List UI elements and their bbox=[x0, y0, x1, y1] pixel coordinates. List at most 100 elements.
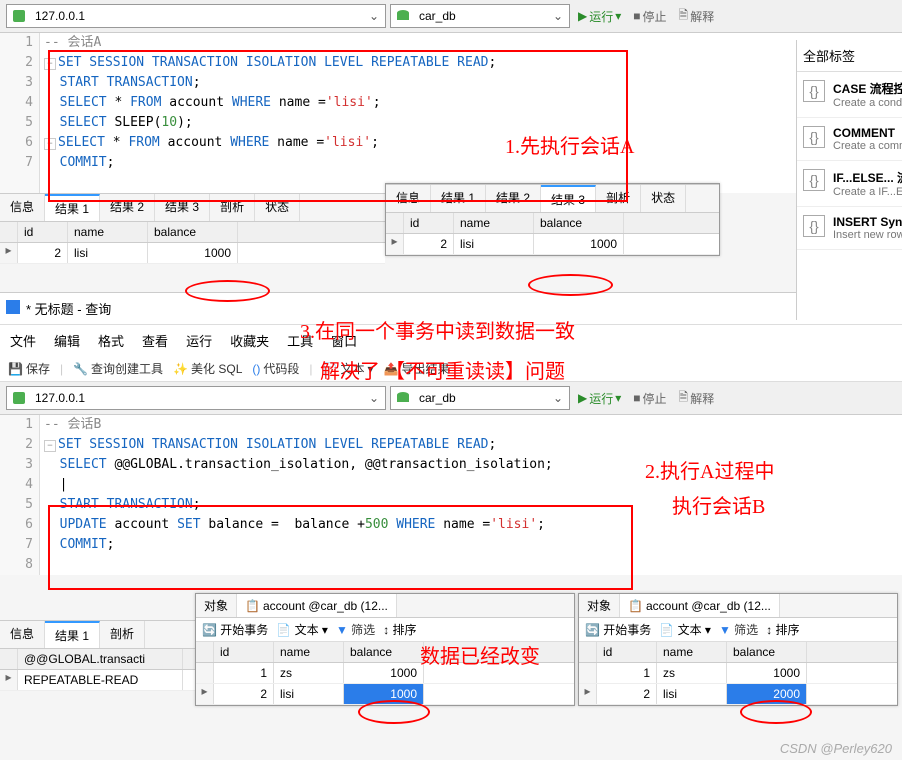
watermark: CSDN @Perley620 bbox=[780, 741, 892, 756]
account-pane-left: 对象 📋 account @car_db (12... 🔄 开始事务 📄 文本 … bbox=[195, 593, 575, 706]
db-icon bbox=[393, 6, 413, 26]
tab-profiling[interactable]: 剖析 bbox=[596, 185, 641, 212]
bottom-grid: @@GLOBAL.transacti ▸REPEATABLE-READ bbox=[0, 649, 195, 691]
menu-tools[interactable]: 工具 bbox=[287, 331, 313, 350]
tab-info[interactable]: 信息 bbox=[0, 194, 45, 221]
tab-result-3[interactable]: 结果 3 bbox=[541, 185, 596, 212]
stop-button[interactable]: ■ 停止 bbox=[629, 8, 670, 25]
filter-button[interactable]: ▼ 筛选 bbox=[336, 621, 375, 638]
sort-button[interactable]: ↕ 排序 bbox=[766, 621, 799, 638]
menubar: 文件 编辑 格式 查看 运行 收藏夹 工具 窗口 bbox=[0, 325, 902, 356]
code-icon: {} bbox=[803, 126, 825, 148]
tab-account[interactable]: 📋 account @car_db (12... bbox=[620, 594, 780, 617]
text-button[interactable]: 📄 文本 ▾ bbox=[276, 621, 328, 638]
tab-object[interactable]: 对象 bbox=[579, 594, 620, 617]
save-button[interactable]: 💾 保存 bbox=[8, 360, 50, 377]
connection-bar-2: 127.0.0.1 ⌄ car_db ⌄ ▶ 运行 ▾ ■ 停止 🗎 解释 bbox=[0, 382, 902, 415]
code-area[interactable]: -- 会话A −SET SESSION TRANSACTION ISOLATIO… bbox=[40, 33, 902, 193]
tab-result-3[interactable]: 结果 3 bbox=[155, 194, 210, 221]
code-area[interactable]: -- 会话B −SET SESSION TRANSACTION ISOLATIO… bbox=[40, 415, 902, 575]
sort-button[interactable]: ↕ 排序 bbox=[383, 621, 416, 638]
filter-button[interactable]: ▼ 筛选 bbox=[719, 621, 758, 638]
tab-object[interactable]: 对象 bbox=[196, 594, 237, 617]
gutter: 1234567 bbox=[0, 33, 40, 193]
result-tabs-left: 信息 结果 1 结果 2 结果 3 剖析 状态 bbox=[0, 193, 385, 222]
fold-icon[interactable]: − bbox=[44, 58, 56, 70]
session-a-editor[interactable]: 1234567 -- 会话A −SET SESSION TRANSACTION … bbox=[0, 33, 902, 193]
account-pane-right: 对象 📋 account @car_db (12... 🔄 开始事务 📄 文本 … bbox=[578, 593, 898, 706]
chevron-down-icon: ⌄ bbox=[547, 9, 569, 23]
snippet-button[interactable]: () 代码段 bbox=[252, 360, 299, 377]
builder-button[interactable]: 🔧 查询创建工具 bbox=[73, 360, 163, 377]
row-marker: ▸ bbox=[0, 243, 18, 263]
text-button[interactable]: 📄 文本 ▾ bbox=[323, 360, 374, 377]
tab-result-1[interactable]: 结果 1 bbox=[45, 194, 100, 221]
chevron-down-icon: ⌄ bbox=[363, 391, 385, 405]
code-icon: {} bbox=[803, 215, 825, 237]
explain-button[interactable]: 🗎 解释 bbox=[675, 6, 719, 27]
stop-button[interactable]: ■ 停止 bbox=[629, 390, 670, 407]
menu-edit[interactable]: 编辑 bbox=[54, 331, 80, 350]
beautify-button[interactable]: ✨ 美化 SQL bbox=[173, 360, 242, 377]
code-icon: {} bbox=[803, 169, 825, 191]
db-text: car_db bbox=[415, 9, 547, 23]
db-icon bbox=[393, 388, 413, 408]
menu-fav[interactable]: 收藏夹 bbox=[230, 331, 269, 350]
explain-button[interactable]: 🗎 解释 bbox=[675, 388, 719, 409]
result-tabs-bottom: 信息 结果 1 剖析 bbox=[0, 620, 195, 649]
session-b-editor[interactable]: 12345678 -- 会话B −SET SESSION TRANSACTION… bbox=[0, 415, 902, 575]
sidebar-item[interactable]: {}COMMENTCreate a comme bbox=[797, 118, 902, 161]
query-icon bbox=[6, 300, 20, 317]
result-tabs-right: 信息 结果 1 结果 2 结果 3 剖析 状态 bbox=[386, 184, 719, 213]
code-icon: {} bbox=[803, 80, 825, 102]
run-button[interactable]: ▶ 运行 ▾ bbox=[574, 390, 625, 407]
text-button[interactable]: 📄 文本 ▾ bbox=[659, 621, 711, 638]
sidebar-item[interactable]: {}CASE 流程控制Create a conditi bbox=[797, 72, 902, 118]
tab-result-1[interactable]: 结果 1 bbox=[45, 621, 100, 648]
tab-status[interactable]: 状态 bbox=[255, 194, 300, 221]
sidebar-item[interactable]: {}INSERT SynInsert new rows bbox=[797, 207, 902, 250]
col-name[interactable]: name bbox=[68, 222, 148, 242]
db-dropdown[interactable]: car_db ⌄ bbox=[390, 386, 570, 410]
tab-result-2[interactable]: 结果 2 bbox=[486, 185, 541, 212]
chevron-down-icon: ⌄ bbox=[363, 9, 385, 23]
tab-info[interactable]: 信息 bbox=[0, 621, 45, 648]
window-title: * 无标题 - 查询 bbox=[0, 292, 902, 325]
chevron-down-icon: ⌄ bbox=[547, 391, 569, 405]
tab-profiling[interactable]: 剖析 bbox=[210, 194, 255, 221]
fold-icon[interactable]: − bbox=[44, 138, 56, 150]
sidebar-head: 全部标签 bbox=[797, 40, 902, 72]
host-dropdown[interactable]: 127.0.0.1 ⌄ bbox=[6, 4, 386, 28]
export-button[interactable]: 📤 导出结果 bbox=[384, 360, 450, 377]
tab-profiling[interactable]: 剖析 bbox=[100, 621, 145, 648]
comment: -- 会话A bbox=[44, 35, 101, 50]
tab-result-2[interactable]: 结果 2 bbox=[100, 194, 155, 221]
begin-txn-button[interactable]: 🔄 开始事务 bbox=[202, 621, 268, 638]
balance-right: 2000 bbox=[727, 684, 807, 704]
connection-bar: 127.0.0.1 ⌄ car_db ⌄ ▶ 运行 ▾ ■ 停止 🗎 解释 bbox=[0, 0, 902, 33]
toolbar: 💾 保存 | 🔧 查询创建工具 ✨ 美化 SQL () 代码段 | 📄 文本 ▾… bbox=[0, 356, 902, 382]
tab-result-1[interactable]: 结果 1 bbox=[431, 185, 486, 212]
result-grid-left: idnamebalance ▸2lisi1000 bbox=[0, 222, 385, 264]
fold-icon[interactable]: − bbox=[44, 440, 56, 452]
floating-result: 信息 结果 1 结果 2 结果 3 剖析 状态 idnamebalance ▸2… bbox=[385, 183, 720, 256]
host-dropdown[interactable]: 127.0.0.1 ⌄ bbox=[6, 386, 386, 410]
tag-sidebar: 全部标签 {}CASE 流程控制Create a conditi {}COMME… bbox=[796, 40, 902, 320]
menu-view[interactable]: 查看 bbox=[142, 331, 168, 350]
menu-file[interactable]: 文件 bbox=[10, 331, 36, 350]
menu-format[interactable]: 格式 bbox=[98, 331, 124, 350]
begin-txn-button[interactable]: 🔄 开始事务 bbox=[585, 621, 651, 638]
tab-status[interactable]: 状态 bbox=[641, 185, 686, 212]
run-button[interactable]: ▶ 运行 ▾ bbox=[574, 8, 625, 25]
menu-window[interactable]: 窗口 bbox=[331, 331, 357, 350]
tab-info[interactable]: 信息 bbox=[386, 185, 431, 212]
sidebar-item[interactable]: {}IF...ELSE... 流Create a IF...EL bbox=[797, 161, 902, 207]
host-text: 127.0.0.1 bbox=[31, 9, 363, 23]
host-icon bbox=[9, 388, 29, 408]
menu-run[interactable]: 运行 bbox=[186, 331, 212, 350]
col-balance[interactable]: balance bbox=[148, 222, 238, 242]
balance-left: 1000 bbox=[344, 684, 424, 704]
col-id[interactable]: id bbox=[18, 222, 68, 242]
db-dropdown[interactable]: car_db ⌄ bbox=[390, 4, 570, 28]
tab-account[interactable]: 📋 account @car_db (12... bbox=[237, 594, 397, 617]
